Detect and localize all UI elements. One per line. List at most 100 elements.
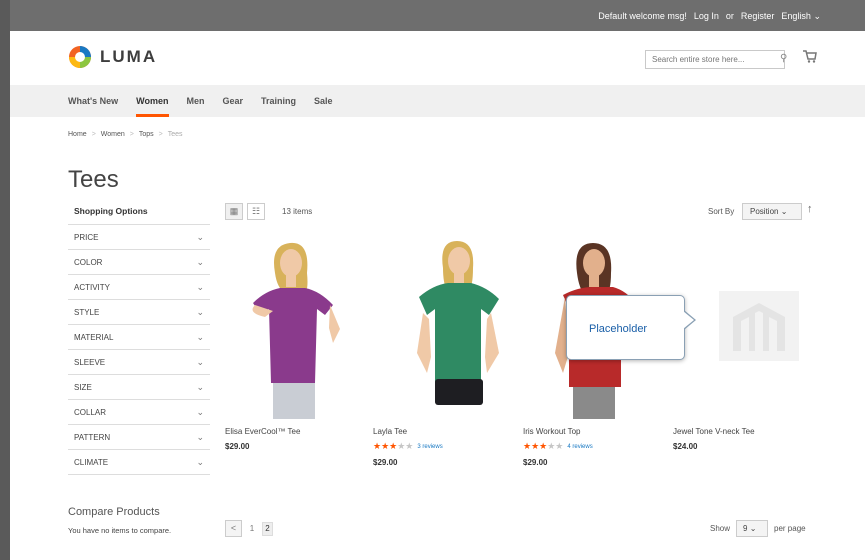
filter-collar[interactable]: Collar ⌄: [68, 400, 210, 425]
breadcrumb-separator: >: [129, 131, 134, 138]
nav-training[interactable]: Training: [261, 85, 296, 117]
search-icon[interactable]: ⚲: [780, 53, 787, 64]
filter-size[interactable]: Size ⌄: [68, 375, 210, 400]
item-count: 13 items: [282, 207, 313, 216]
language-switcher[interactable]: English ⌄: [781, 11, 821, 22]
top-bar: Default welcome msg! Log In or Register …: [10, 0, 865, 31]
filter-label: Price: [74, 232, 99, 242]
register-link[interactable]: Register: [741, 11, 775, 22]
products-toolbar: ▦ ☷ 13 items Sort By Position ⌄ ↑: [225, 203, 825, 223]
product-photo-icon: [417, 241, 499, 405]
product-price: $24.00: [673, 442, 698, 451]
chevron-down-icon: ⌄: [196, 256, 204, 267]
chevron-left-icon[interactable]: <: [225, 520, 242, 537]
filter-sleeve[interactable]: Sleeve ⌄: [68, 350, 210, 375]
breadcrumb-separator: >: [91, 131, 96, 138]
shopping-options-title: Shopping Options: [68, 201, 210, 225]
filter-label: Size: [74, 382, 92, 392]
breadcrumb: Home > Women > Tops > Tees: [68, 131, 183, 138]
page-frame: Default welcome msg! Log In or Register …: [10, 0, 865, 560]
logo[interactable]: LUMA: [68, 45, 157, 69]
sort-value: Position: [750, 207, 779, 216]
chevron-down-icon: ⌄: [196, 306, 204, 317]
rating-stars-icon: ★★★★★: [373, 441, 414, 451]
product-name[interactable]: Iris Workout Top: [523, 427, 663, 436]
arrow-up-icon[interactable]: ↑: [807, 203, 813, 215]
filter-material[interactable]: Material ⌄: [68, 325, 210, 350]
nav-whats-new[interactable]: What's New: [68, 85, 118, 117]
page-title: Tees: [68, 166, 119, 194]
reviews-link[interactable]: 3 reviews: [417, 444, 442, 450]
or-text: or: [725, 11, 734, 21]
limiter-show-label: Show: [710, 524, 731, 533]
reviews-link[interactable]: 4 reviews: [567, 444, 592, 450]
logo-text: LUMA: [100, 47, 158, 66]
filter-label: Style: [74, 307, 100, 317]
product-name[interactable]: Layla Tee: [373, 427, 513, 436]
filter-label: Collar: [74, 407, 107, 417]
nav-gear[interactable]: Gear: [223, 85, 244, 117]
compare-empty-text: You have no items to compare.: [68, 526, 172, 535]
compare-title: Compare Products: [68, 506, 160, 518]
product-image[interactable]: [373, 233, 513, 419]
page-current: 2: [262, 521, 273, 536]
cart-icon[interactable]: [803, 50, 817, 63]
chevron-down-icon: ⌄: [196, 231, 204, 242]
list-view-icon[interactable]: ☷: [247, 203, 265, 220]
filter-color[interactable]: Color ⌄: [68, 250, 210, 275]
limiter-select[interactable]: 9 ⌄: [736, 520, 769, 537]
filter-label: Color: [74, 257, 103, 267]
filter-label: Sleeve: [74, 357, 106, 367]
language-label: English: [781, 11, 811, 21]
welcome-message: Default welcome msg!: [598, 11, 687, 21]
sort-select[interactable]: Position ⌄: [742, 203, 802, 220]
filter-activity[interactable]: Activity ⌄: [68, 275, 210, 300]
filter-label: Activity: [74, 282, 111, 292]
sort-by-label: Sort By: [708, 207, 735, 216]
filter-price[interactable]: Price ⌄: [68, 225, 210, 250]
rating: ★★★★★ 3 reviews: [373, 441, 513, 452]
filter-pattern[interactable]: Pattern ⌄: [68, 425, 210, 450]
product-price: $29.00: [225, 442, 250, 451]
login-link[interactable]: Log In: [694, 11, 719, 22]
chevron-down-icon: ⌄: [813, 11, 821, 21]
product-image[interactable]: [225, 233, 365, 419]
limiter-value: 9: [743, 524, 748, 533]
chevron-down-icon: ⌄: [196, 356, 204, 367]
rating-stars-icon: ★★★★★: [523, 441, 564, 451]
filter-label: Pattern: [74, 432, 111, 442]
product-card: Elisa EverCool™ Tee $29.00: [225, 233, 365, 451]
search-input[interactable]: [645, 50, 785, 69]
compare-products: Compare Products You have no items to co…: [68, 506, 171, 535]
breadcrumb-separator: >: [158, 131, 163, 138]
nav-sale[interactable]: Sale: [314, 85, 333, 117]
chevron-down-icon: ⌄: [196, 406, 204, 417]
placeholder-callout: Placeholder: [566, 295, 685, 360]
nav-women[interactable]: Women: [136, 85, 169, 117]
rating: ★★★★★ 4 reviews: [523, 441, 663, 452]
page-1-link[interactable]: 1: [248, 524, 256, 533]
product-name[interactable]: Elisa EverCool™ Tee: [225, 427, 365, 436]
filter-style[interactable]: Style ⌄: [68, 300, 210, 325]
pagination: < 1 2: [225, 520, 273, 537]
limiter-per-page-label: per page: [774, 524, 806, 533]
breadcrumb-tops[interactable]: Tops: [139, 131, 154, 138]
breadcrumb-women[interactable]: Women: [101, 131, 125, 138]
filter-climate[interactable]: Climate ⌄: [68, 450, 210, 475]
breadcrumb-current: Tees: [167, 131, 183, 138]
filter-label: Material: [74, 332, 114, 342]
product-grid: Elisa EverCool™ Tee $29.00 Layla Tee ★★★…: [225, 233, 835, 483]
grid-view-icon[interactable]: ▦: [225, 203, 243, 220]
product-name[interactable]: Jewel Tone V-neck Tee: [673, 427, 813, 436]
product-card: Jewel Tone V-neck Tee $24.00: [673, 233, 813, 451]
luma-logo-icon: [69, 46, 91, 68]
chevron-down-icon: ⌄: [780, 207, 788, 216]
shopping-options: Shopping Options Price ⌄ Color ⌄ Activity ⌄…: [68, 201, 210, 475]
product-photo-icon: [252, 242, 340, 419]
chevron-down-icon: ⌄: [196, 431, 204, 442]
chevron-down-icon: ⌄: [196, 456, 204, 467]
main-nav: What's New Women Men Gear Training Sale: [10, 85, 865, 117]
breadcrumb-home[interactable]: Home: [68, 131, 87, 138]
nav-men[interactable]: Men: [187, 85, 205, 117]
product-card: Layla Tee ★★★★★ 3 reviews $29.00: [373, 233, 513, 467]
